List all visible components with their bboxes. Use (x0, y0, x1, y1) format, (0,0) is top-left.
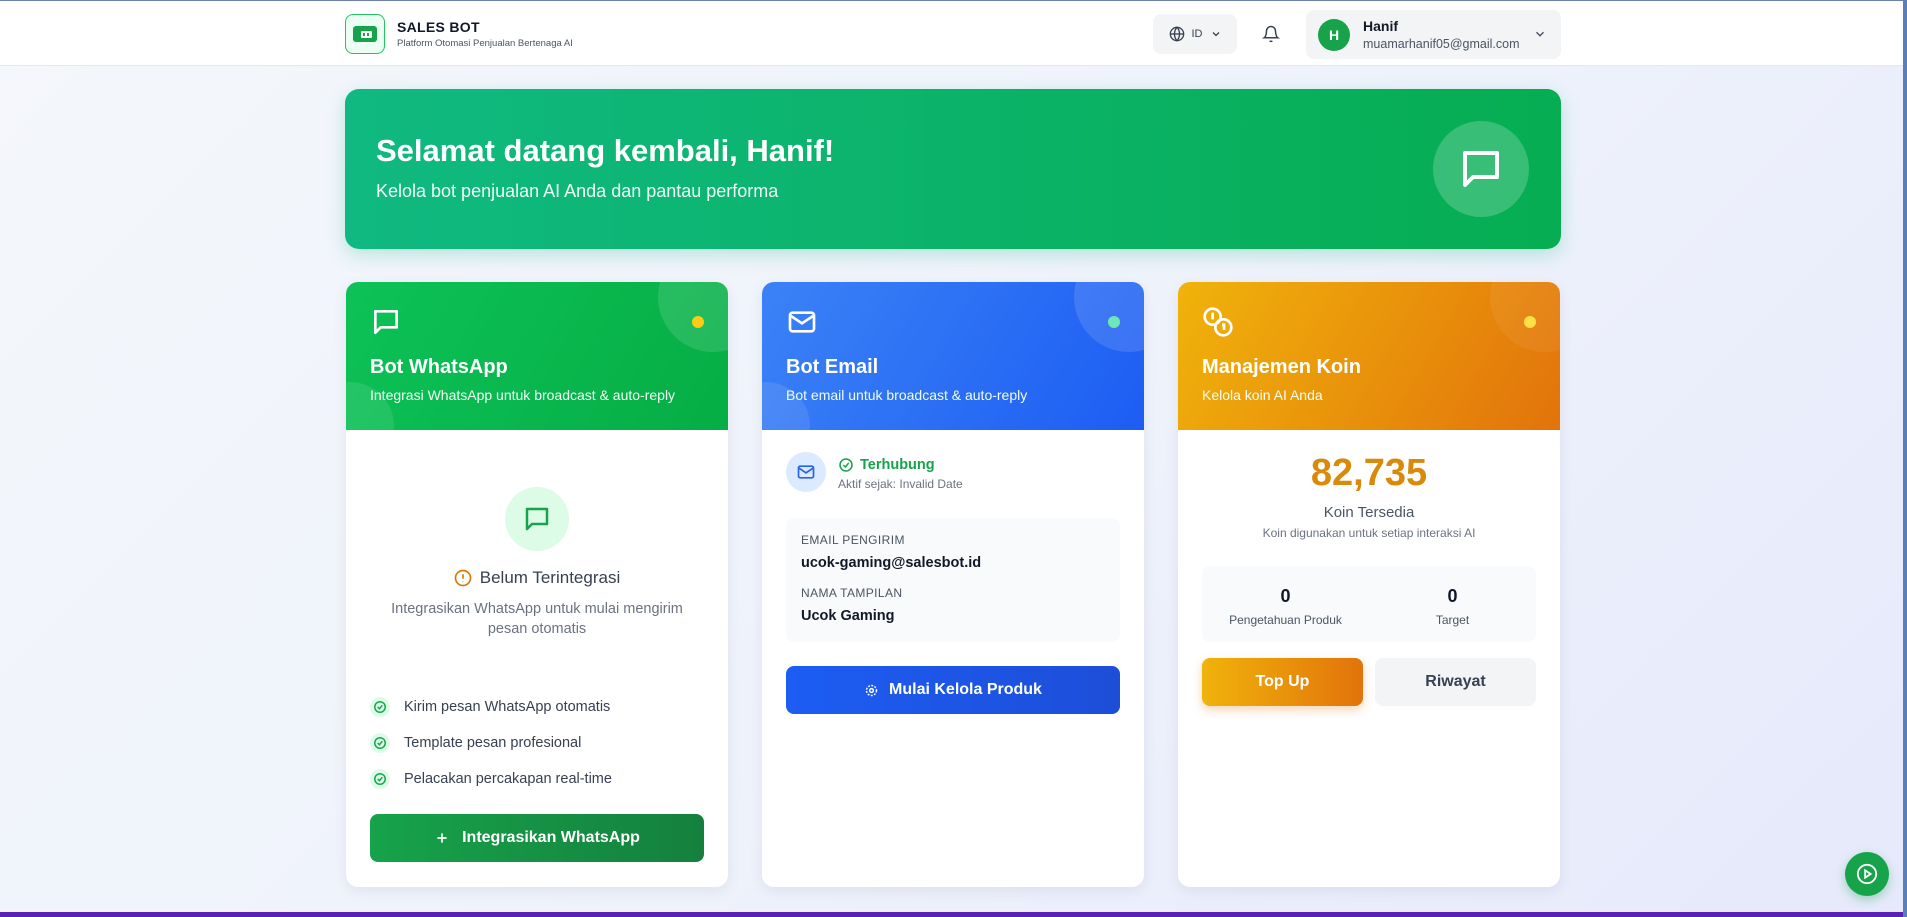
stat-label: Target (1435, 613, 1470, 627)
avatar: H (1318, 18, 1350, 51)
coin-card-header: Manajemen Koin Kelola koin AI Anda (1178, 282, 1560, 430)
user-name: Hanif (1363, 18, 1398, 34)
email-card-subtitle: Bot email untuk broadcast & auto-reply (786, 387, 1028, 403)
brand-title: SALES BOT (397, 19, 480, 35)
settings-icon (865, 684, 878, 696)
manage-products-label: Mulai Kelola Produk (889, 681, 1042, 698)
chat-icon (505, 487, 569, 551)
check-circle-icon (370, 697, 390, 717)
bell-icon (1262, 25, 1280, 43)
feature-label: Kirim pesan WhatsApp otomatis (404, 699, 611, 715)
coin-card-title: Manajemen Koin (1202, 356, 1361, 378)
integrate-whatsapp-label: Integrasikan WhatsApp (462, 829, 640, 846)
feature-label: Template pesan profesional (404, 735, 582, 751)
chevron-down-icon (1535, 31, 1545, 37)
status-dot (692, 316, 704, 328)
window-edge (1903, 0, 1907, 917)
whatsapp-status-text: Belum Terintegrasi (479, 568, 621, 587)
feature-label: Pelacakan percakapan real-time (404, 771, 612, 787)
coin-management-card: Manajemen Koin Kelola koin AI Anda 82,73… (1178, 282, 1560, 887)
plus-icon (437, 833, 447, 843)
email-status-text: Terhubung (860, 457, 935, 473)
whatsapp-card-subtitle: Integrasi WhatsApp untuk broadcast & aut… (370, 387, 676, 403)
coin-balance-label: Koin Tersedia (1323, 504, 1415, 521)
language-code: ID (1191, 28, 1203, 40)
history-button[interactable]: Riwayat (1375, 658, 1536, 706)
check-circle-icon (839, 458, 853, 472)
alert-circle-icon (454, 569, 472, 587)
display-name-label: NAMA TAMPILAN (801, 586, 903, 600)
brand[interactable]: SALES BOT Platform Otomasi Penjualan Ber… (345, 14, 573, 54)
coin-card-subtitle: Kelola koin AI Anda (1202, 387, 1323, 403)
stat-target: 0 Target (1369, 586, 1536, 627)
user-menu[interactable]: H Hanif muamarhanif05@gmail.com (1306, 10, 1561, 59)
stat-value: 0 (1280, 586, 1291, 606)
mail-icon (786, 452, 826, 492)
whatsapp-status: Belum Terintegrasi (346, 568, 728, 588)
stat-product-knowledge: 0 Pengetahuan Produk (1202, 586, 1369, 627)
display-name-value: Ucok Gaming (801, 608, 895, 624)
top-up-button[interactable]: Top Up (1202, 658, 1363, 706)
top-navbar: SALES BOT Platform Otomasi Penjualan Ber… (0, 0, 1907, 66)
coin-balance: 82,735 (1310, 452, 1428, 494)
coins-icon (1203, 307, 1233, 337)
stat-label: Pengetahuan Produk (1229, 613, 1342, 627)
email-status: Terhubung (838, 457, 935, 473)
check-circle-icon (370, 733, 390, 753)
integrate-whatsapp-button[interactable]: Integrasikan WhatsApp (370, 814, 704, 862)
play-button[interactable] (1845, 852, 1889, 896)
coin-description: Koin digunakan untuk setiap interaksi AI (1262, 526, 1476, 540)
feature-item: Template pesan profesional (370, 733, 581, 753)
bottom-strip (0, 912, 1907, 917)
check-circle-icon (370, 769, 390, 789)
play-icon (1856, 863, 1878, 885)
email-card-title: Bot Email (786, 356, 879, 378)
chat-icon (1433, 121, 1529, 217)
email-card-header: Bot Email Bot email untuk broadcast & au… (762, 282, 1144, 430)
stat-value: 0 (1447, 586, 1458, 606)
coin-stats-panel: 0 Pengetahuan Produk 0 Target (1202, 566, 1536, 642)
globe-icon (1169, 26, 1184, 42)
chat-icon (374, 310, 398, 334)
feature-item: Kirim pesan WhatsApp otomatis (370, 697, 610, 717)
status-dot (1108, 316, 1120, 328)
mail-icon (788, 311, 816, 333)
notifications-button[interactable] (1250, 14, 1292, 54)
email-bot-card: Bot Email Bot email untuk broadcast & au… (762, 282, 1144, 887)
manage-products-button[interactable]: Mulai Kelola Produk (786, 666, 1120, 714)
welcome-subtitle: Kelola bot penjualan AI Anda dan pantau … (376, 181, 779, 201)
whatsapp-bot-card: Bot WhatsApp Integrasi WhatsApp untuk br… (346, 282, 728, 887)
status-dot (1524, 316, 1536, 328)
sender-email-label: EMAIL PENGIRIM (801, 533, 905, 547)
feature-item: Pelacakan percakapan real-time (370, 769, 612, 789)
welcome-title: Selamat datang kembali, Hanif! (376, 133, 835, 168)
language-selector[interactable]: ID (1153, 14, 1237, 54)
user-email: muamarhanif05@gmail.com (1363, 37, 1520, 51)
brand-subtitle: Platform Otomasi Penjualan Bertenaga AI (397, 38, 573, 49)
brand-logo-icon (345, 14, 385, 54)
email-active-since: Aktif sejak: Invalid Date (838, 477, 963, 491)
chevron-down-icon (1212, 32, 1219, 37)
whatsapp-card-title: Bot WhatsApp (370, 356, 508, 378)
email-details-panel: EMAIL PENGIRIM ucok-gaming@salesbot.id N… (786, 518, 1120, 642)
welcome-banner: Selamat datang kembali, Hanif! Kelola bo… (345, 89, 1561, 249)
whatsapp-card-header: Bot WhatsApp Integrasi WhatsApp untuk br… (346, 282, 728, 430)
sender-email-value: ucok-gaming@salesbot.id (801, 555, 982, 571)
whatsapp-description: Integrasikan WhatsApp untuk mulai mengir… (391, 601, 683, 637)
